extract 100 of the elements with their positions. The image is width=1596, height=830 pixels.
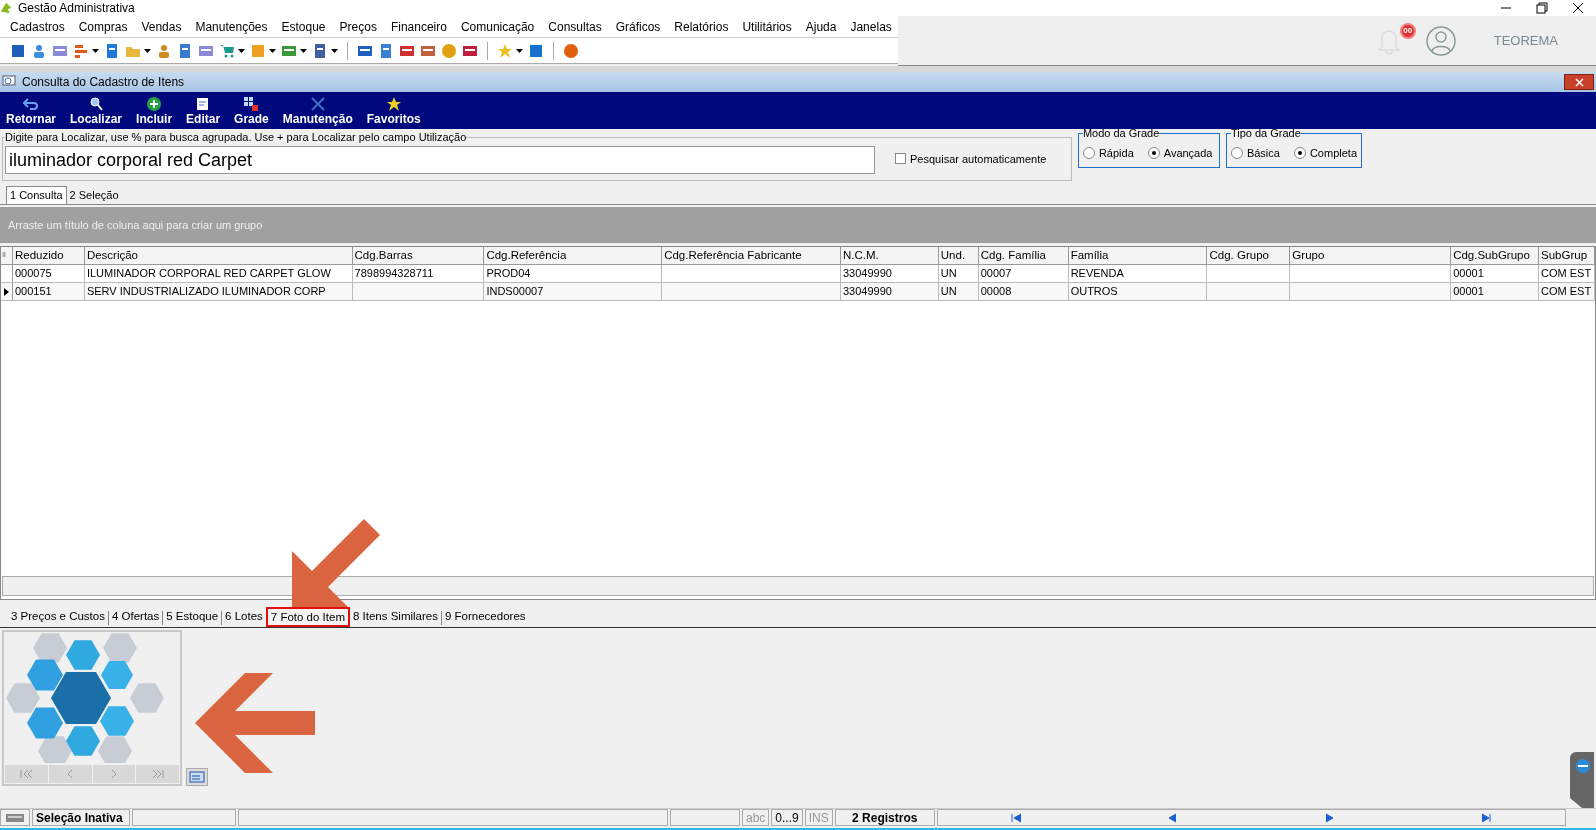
tab[interactable]: 4 Ofertas	[108, 607, 163, 627]
first-icon	[19, 769, 33, 779]
toolbar-button[interactable]: Grade	[234, 96, 269, 126]
window-title: Gestão Administrativa	[18, 0, 135, 17]
plus-icon	[146, 96, 163, 112]
tab[interactable]: 9 Fornecedores	[442, 607, 529, 627]
table-cell: SERV INDUSTRIALIZADO ILUMINADOR CORP	[84, 283, 353, 300]
column-header[interactable]: Cdg.SubGrupo	[1451, 247, 1540, 264]
previous-icon	[67, 769, 74, 779]
document-icon	[104, 42, 120, 59]
status-indicator: abc	[742, 809, 770, 826]
menu-item[interactable]: Gráficos	[615, 17, 661, 36]
tab[interactable]: 1 Consulta	[6, 186, 67, 204]
toolbar-button[interactable]: Favoritos	[366, 96, 421, 126]
column-header[interactable]: N.C.M.	[840, 247, 939, 264]
person-icon	[156, 42, 172, 59]
menu-item[interactable]: Estoque	[281, 17, 326, 36]
menu-item[interactable]: Comunicação	[460, 17, 535, 36]
checkbox-label: Pesquisar automaticamente	[910, 152, 1047, 167]
table-cell: COM EST	[1539, 283, 1595, 300]
menu-item[interactable]: Janelas	[850, 17, 892, 36]
menu-item[interactable]: Manutenções	[195, 17, 268, 36]
column-header[interactable]: Cdg. Grupo	[1207, 247, 1291, 264]
dropdown-caret-icon[interactable]	[300, 48, 307, 53]
column-header[interactable]: Reduzido	[13, 247, 85, 264]
menu-item[interactable]: Preços	[339, 17, 377, 36]
menu-item[interactable]: Consultas	[548, 17, 602, 36]
record-count: 2 Registros	[834, 809, 935, 826]
table-cell: 33049990	[840, 283, 939, 300]
column-header[interactable]: Cdg.Referência	[484, 247, 663, 264]
menu-item[interactable]: Vendas	[141, 17, 182, 36]
column-header[interactable]: Cdg.Barras	[352, 247, 485, 264]
tab[interactable]: 7 Foto do Item	[265, 607, 350, 627]
column-header[interactable]: Descrição	[84, 247, 353, 264]
chart-icon	[73, 42, 89, 59]
menu-item[interactable]: Ajuda	[805, 17, 837, 36]
radio-button[interactable]	[1230, 147, 1243, 159]
dropdown-caret-icon[interactable]	[269, 48, 276, 53]
group-title: Modo da Grade	[1082, 128, 1160, 139]
menu-item[interactable]: Relatórios	[674, 17, 729, 36]
back-arrow-icon	[23, 96, 39, 112]
menu-item[interactable]: Utilitários	[742, 17, 792, 36]
radio-label: Básica	[1246, 145, 1280, 161]
menu-item[interactable]: Cadastros	[10, 17, 65, 36]
toolbar-button[interactable]: Manutenção	[282, 96, 353, 126]
radio-label: Rápida	[1098, 145, 1134, 161]
column-header[interactable]: Cdg.Referência Fabricante	[662, 247, 841, 264]
table-cell: 00001	[1451, 283, 1540, 300]
dropdown-caret-icon[interactable]	[238, 48, 245, 53]
toolbar-button[interactable]: Incluir	[136, 96, 173, 126]
next-record-icon[interactable]	[1324, 812, 1336, 823]
tab[interactable]: 3 Preços e Custos	[8, 607, 108, 627]
radio-button[interactable]	[1293, 147, 1306, 159]
radio-button[interactable]	[1082, 147, 1095, 159]
last-record-icon[interactable]	[1481, 812, 1493, 823]
first-record-icon[interactable]	[1010, 812, 1022, 823]
cart-icon	[219, 42, 235, 59]
close-button[interactable]	[1564, 74, 1594, 90]
restore-icon[interactable]	[1536, 2, 1548, 14]
current-row-icon	[4, 287, 9, 296]
toolbar-button[interactable]: Retornar	[6, 96, 56, 126]
table-cell: OUTROS	[1068, 283, 1208, 300]
search-icon	[88, 96, 105, 112]
column-header[interactable]: Família	[1068, 247, 1208, 264]
user-name: TEOREMA	[1493, 31, 1558, 50]
tab[interactable]: 2 Seleção	[66, 186, 122, 204]
table-cell: 00007	[978, 265, 1069, 282]
column-header[interactable]: Cdg. Família	[978, 247, 1069, 264]
column-header[interactable]: SubGrup	[1539, 247, 1595, 264]
tab[interactable]: 6 Lotes	[222, 607, 266, 627]
dropdown-caret-icon[interactable]	[144, 48, 151, 53]
status-indicator: 0...9	[771, 809, 803, 826]
close-icon[interactable]	[1572, 2, 1584, 14]
next-icon	[110, 769, 117, 779]
dropdown-caret-icon[interactable]	[331, 48, 338, 53]
checkbox[interactable]	[895, 153, 906, 164]
radio-label: Avançada	[1163, 145, 1213, 161]
radio-button[interactable]	[1147, 147, 1160, 159]
search-field[interactable]: iluminador corporal red Carpet	[5, 146, 875, 174]
search-legend: Digite para Localizar, use % para busca agrupada. Use + para Localizar pelo campo Utilização	[5, 132, 467, 143]
column-header[interactable]: Und.	[938, 247, 979, 264]
column-header[interactable]: Grupo	[1290, 247, 1452, 264]
group-by-hint: Arraste um título de coluna aqui para criar um grupo	[8, 217, 263, 233]
side-handle-icon[interactable]	[1570, 752, 1594, 808]
toolbar-button[interactable]: Localizar	[70, 96, 123, 126]
tab[interactable]: 8 Itens Similares	[349, 607, 441, 627]
menu-item[interactable]: Compras	[78, 17, 128, 36]
table-cell: 33049990	[840, 265, 939, 282]
table-row[interactable]: 000151 SERV INDUSTRIALIZADO ILUMINADOR CORP INDS00007 33049990 UN 00008 OUTROS 00001 COM EST	[1, 283, 1595, 301]
user-avatar-icon[interactable]	[1425, 25, 1456, 56]
dropdown-caret-icon[interactable]	[516, 48, 523, 53]
dropdown-caret-icon[interactable]	[92, 48, 99, 53]
table-cell: REVENDA	[1068, 265, 1208, 282]
menu-item[interactable]: Financeiro	[390, 17, 447, 36]
group-title: Tipo da Grade	[1230, 128, 1301, 139]
form-title: Consulta do Cadastro de Itens	[22, 74, 185, 91]
toolbar-button[interactable]: Editar	[186, 96, 221, 126]
table-cell: 00008	[978, 283, 1069, 300]
tab[interactable]: 5 Estoque	[163, 607, 222, 627]
previous-record-icon[interactable]	[1167, 812, 1179, 823]
